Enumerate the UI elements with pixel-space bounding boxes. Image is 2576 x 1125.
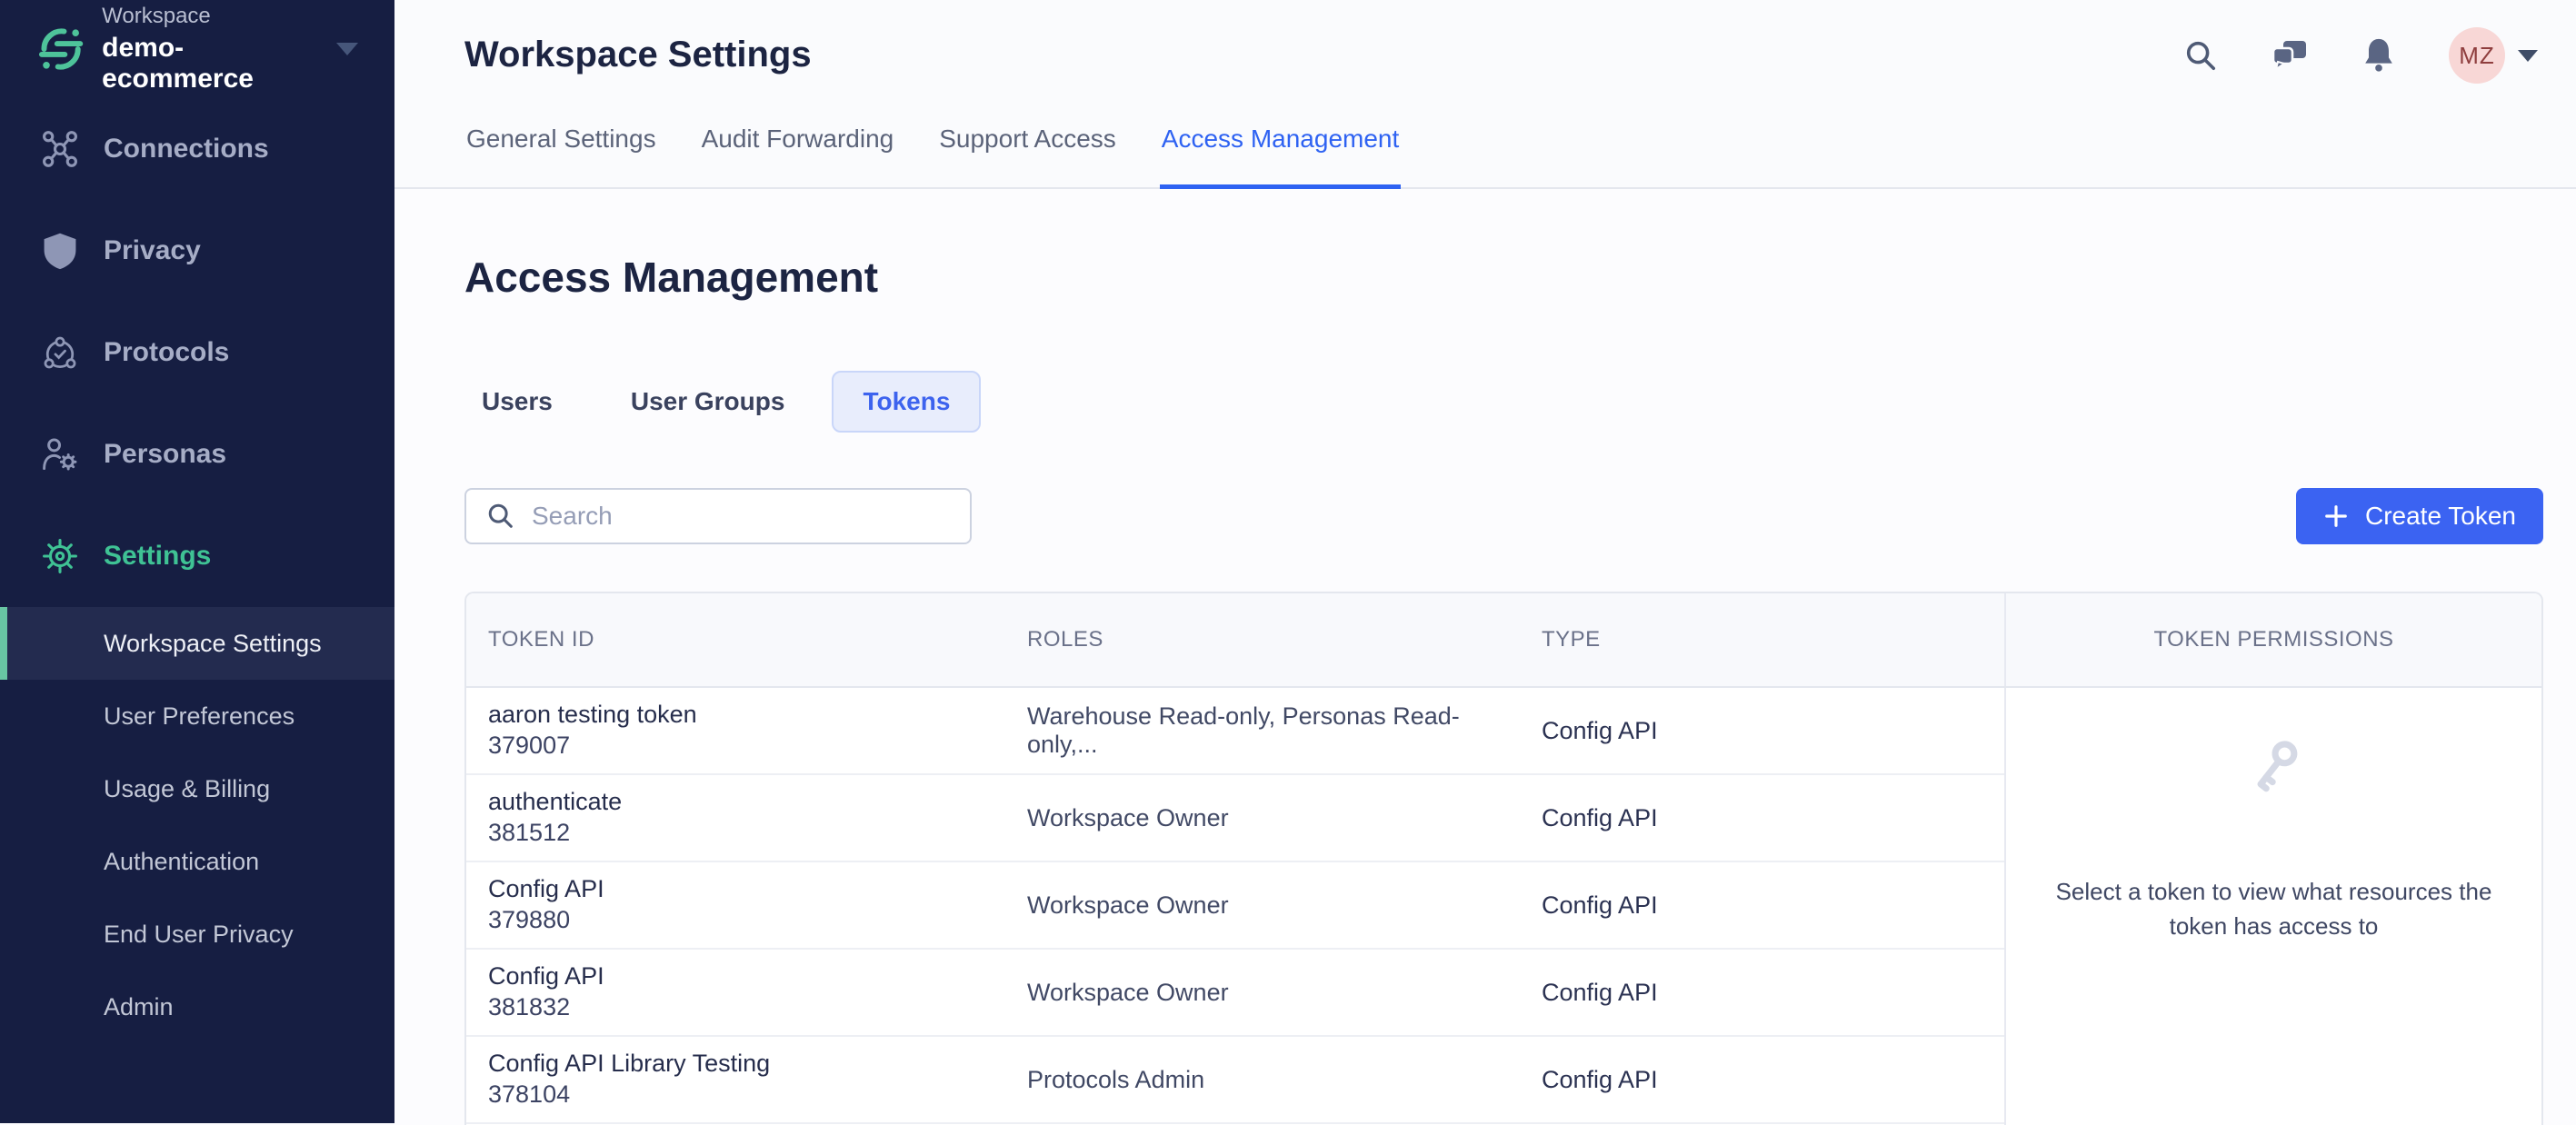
token-name: authenticate [488,788,623,816]
sidebar-nav: Connections Privacy Protocols Personas S… [0,98,394,607]
token-id: 379007 [488,732,571,759]
sidebar: Workspace demo-ecommerce Connections Pri… [0,0,394,1123]
topbar: Workspace Settings General Settings Audi… [394,0,2576,189]
tokens-table: TOKEN ID ROLES TYPE TOKEN PERMISSIONS aa… [464,592,2543,1125]
personas-icon [43,438,77,471]
token-roles: Workspace Owner [1027,803,1229,831]
table-row[interactable]: Config API 379880 Workspace Owner Config… [466,862,2004,950]
subnav-item-label: End User Privacy [104,920,294,948]
account-menu[interactable]: MZ [2449,27,2538,84]
settings-tabs: General Settings Audit Forwarding Suppor… [464,124,1402,189]
access-management-tabs: Users User Groups Tokens [451,371,982,433]
column-header-roles: ROLES [1027,627,1103,652]
sidebar-item-label: Privacy [104,235,201,265]
subnav-item-usage-billing[interactable]: Usage & Billing [0,752,394,825]
chevron-down-icon [2518,49,2538,62]
sidebar-item-label: Protocols [104,337,230,367]
sidebar-item-privacy[interactable]: Privacy [0,200,394,302]
search-input[interactable] [532,502,932,531]
token-type: Config API [1542,1065,1658,1093]
table-body: aaron testing token 379007 Warehouse Rea… [466,688,2541,1125]
sidebar-item-settings[interactable]: Settings [0,505,394,607]
tab-user-groups[interactable]: User Groups [600,371,816,433]
subnav-item-label: Admin [104,992,174,1020]
column-header-token-id: TOKEN ID [488,627,594,652]
sidebar-item-label: Connections [104,134,269,164]
sidebar-item-label: Settings [104,541,212,571]
tab-tokens[interactable]: Tokens [832,371,982,433]
table-row[interactable]: aaron testing token 379007 Warehouse Rea… [466,688,2004,775]
subnav-item-label: Authentication [104,847,260,875]
workspace-name: demo-ecommerce [102,33,254,94]
token-id: 381832 [488,993,571,1020]
token-search [464,488,972,544]
create-token-label: Create Token [2364,502,2516,530]
token-roles: Workspace Owner [1027,978,1229,1006]
topbar-actions: MZ [2183,0,2538,111]
token-rows: aaron testing token 379007 Warehouse Rea… [466,688,2004,1125]
subnav-item-label: Workspace Settings [104,629,322,657]
token-type: Config API [1542,803,1658,831]
token-type: Config API [1542,978,1658,1006]
create-token-button[interactable]: Create Token [2295,488,2543,544]
sidebar-item-connections[interactable]: Connections [0,98,394,200]
sidebar-item-personas[interactable]: Personas [0,403,394,505]
token-permissions-header: TOKEN PERMISSIONS [2004,593,2541,686]
search-icon [488,503,513,528]
table-row[interactable]: Config API 381832 Workspace Owner Config… [466,950,2004,1037]
protocols-icon [44,336,76,369]
subnav-item-label: Usage & Billing [104,774,271,802]
table-row[interactable]: Config API Library Testing 378104 Protoc… [466,1037,2004,1124]
sidebar-item-label: Personas [104,439,227,469]
token-name: Config API [488,962,604,991]
subnav-item-workspace-settings[interactable]: Workspace Settings [0,607,394,680]
table-header-row: TOKEN ID ROLES TYPE TOKEN PERMISSIONS [466,593,2541,688]
token-roles: Protocols Admin [1027,1065,1205,1093]
segment-logo-icon [38,28,84,70]
workspace-switcher[interactable]: Workspace demo-ecommerce [0,0,394,98]
token-type: Config API [1542,891,1658,919]
settings-subnav: Workspace Settings User Preferences Usag… [0,607,394,1043]
key-icon [2257,741,2297,792]
page-header-title: Workspace Settings [464,35,812,75]
subnav-item-authentication[interactable]: Authentication [0,825,394,898]
subnav-item-admin[interactable]: Admin [0,971,394,1043]
token-roles: Workspace Owner [1027,891,1229,919]
token-name: Config API Library Testing [488,1050,771,1078]
shield-icon [44,233,76,270]
search-icon[interactable] [2183,38,2218,73]
token-type: Config API [1542,716,1658,744]
token-roles: Warehouse Read-only, Personas Read-only,… [1027,702,1460,758]
avatar: MZ [2449,27,2505,84]
column-header-type: TYPE [1542,627,1601,652]
token-permissions-panel: Select a token to view what resources th… [2004,688,2541,1125]
chat-icon[interactable] [2271,37,2309,74]
subnav-item-user-preferences[interactable]: User Preferences [0,680,394,752]
tab-access-management[interactable]: Access Management [1159,124,1402,189]
permissions-empty-state-text: Select a token to view what resources th… [2055,878,2492,940]
token-name: Config API [488,875,604,903]
tab-audit-forwarding[interactable]: Audit Forwarding [700,124,896,189]
tab-users[interactable]: Users [451,371,584,433]
bell-icon[interactable] [2361,36,2396,75]
tab-general-settings[interactable]: General Settings [464,124,658,189]
sidebar-item-protocols[interactable]: Protocols [0,302,394,403]
tab-support-access[interactable]: Support Access [937,124,1118,189]
page-title: Access Management [464,254,879,301]
table-row[interactable]: authenticate 381512 Workspace Owner Conf… [466,775,2004,862]
workspace-label: Workspace [102,4,211,28]
workspace-caret-icon [336,43,358,55]
main-content: Access Management Users User Groups Toke… [394,191,2576,1125]
token-id: 379880 [488,906,571,933]
subnav-item-label: User Preferences [104,702,295,730]
gear-icon [43,539,77,573]
subnav-item-end-user-privacy[interactable]: End User Privacy [0,898,394,971]
connections-icon [43,131,77,167]
plus-icon [2325,505,2347,527]
token-id: 378104 [488,1080,571,1108]
token-id: 381512 [488,819,571,846]
token-name: aaron testing token [488,701,697,729]
